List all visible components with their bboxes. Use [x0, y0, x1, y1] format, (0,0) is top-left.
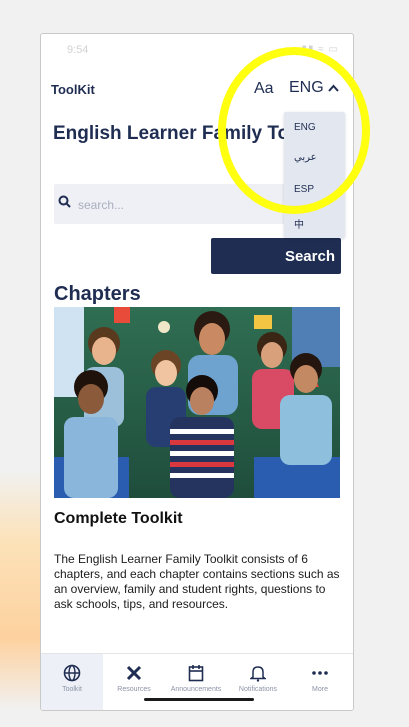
tab-label: More: [312, 686, 328, 693]
bell-icon: [227, 663, 289, 683]
chapter-card-title[interactable]: Complete Toolkit: [54, 510, 183, 528]
bottom-tab-bar: Toolkit Resources Announcements Notifica…: [41, 653, 353, 710]
tab-label: Toolkit: [62, 686, 82, 693]
status-time: 9:54: [67, 44, 89, 56]
chapters-heading: Chapters: [54, 283, 141, 305]
tab-resources[interactable]: Resources: [103, 654, 165, 710]
highlight-circle-annotation: [218, 47, 370, 214]
tab-announcements[interactable]: Announcements: [165, 654, 227, 710]
search-button[interactable]: Search: [211, 238, 341, 274]
language-option-chinese[interactable]: 中: [294, 216, 304, 231]
calendar-icon: [165, 663, 227, 683]
search-icon: [58, 195, 71, 211]
brand-title: ToolKit: [51, 82, 95, 97]
more-icon: [289, 663, 351, 683]
tools-icon: [103, 663, 165, 683]
globe-icon: [41, 663, 103, 683]
chapter-image-students[interactable]: [54, 307, 340, 498]
tab-label: Resources: [117, 686, 151, 693]
chapter-card-description: The English Learner Family Toolkit consi…: [54, 552, 340, 611]
tab-toolkit[interactable]: Toolkit: [41, 654, 103, 710]
tab-label: Notifications: [238, 686, 278, 693]
tab-notifications[interactable]: Notifications: [227, 654, 289, 710]
tab-more[interactable]: More: [289, 654, 351, 710]
tab-label: Announcements: [170, 686, 222, 693]
home-indicator: [144, 698, 254, 701]
